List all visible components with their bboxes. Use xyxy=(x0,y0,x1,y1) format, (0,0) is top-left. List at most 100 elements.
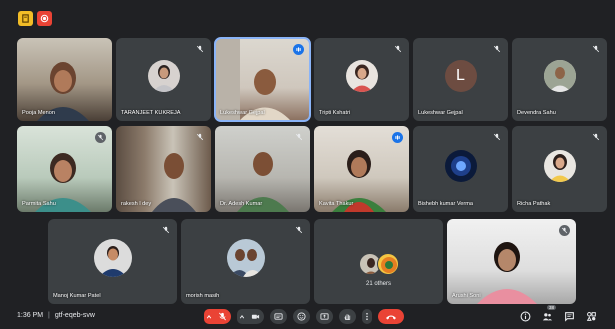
avatar xyxy=(226,239,265,278)
others-count: 21 others xyxy=(365,281,392,287)
participant-tile[interactable]: Manoj Kumar Patel xyxy=(48,219,177,304)
avatar xyxy=(376,253,399,275)
mic-options-button[interactable] xyxy=(204,309,214,324)
avatar xyxy=(93,239,132,278)
meeting-details-button[interactable] xyxy=(519,309,531,323)
participant-tile[interactable]: morish masih xyxy=(181,219,310,304)
avatar-letter: L xyxy=(444,60,477,93)
bottom-bar: 1:36 PM | gtf-eqeb-svw 38 xyxy=(0,304,615,329)
present-button[interactable] xyxy=(316,309,333,324)
participant-name: Arushi Soni xyxy=(452,293,481,299)
others-tile[interactable]: 21 others xyxy=(314,219,443,304)
chevron-up-icon xyxy=(206,314,212,318)
mic-off-icon xyxy=(492,132,502,142)
separator: | xyxy=(48,312,50,319)
avatar xyxy=(543,149,576,182)
top-left-icons xyxy=(18,11,52,26)
participant-tile[interactable]: L Lukeshwar Gejpal xyxy=(413,38,508,121)
speaking-indicator-icon xyxy=(293,44,304,55)
chevron-up-icon xyxy=(239,314,245,318)
participant-name: Dr. Adesh Kumar xyxy=(220,201,263,207)
avatar xyxy=(147,60,180,93)
mic-off-icon xyxy=(559,225,570,236)
participant-tile[interactable]: rakesh l dey xyxy=(116,126,211,212)
end-call-icon xyxy=(386,315,396,319)
reactions-button[interactable] xyxy=(293,309,310,324)
captions-icon xyxy=(274,313,283,320)
participant-name: Lukeshwar Gejpal xyxy=(418,110,463,116)
participant-row-1: Pooja Menon TARANJEET KUKREJA Lukeshwar … xyxy=(17,37,607,122)
info-icon xyxy=(520,311,530,321)
mic-toggle-button[interactable] xyxy=(214,309,231,324)
activities-button[interactable] xyxy=(585,309,597,323)
participant-name: Manoj Kumar Patel xyxy=(53,293,101,299)
participant-tile[interactable]: Parmita Sahu xyxy=(17,126,112,212)
more-options-button[interactable] xyxy=(362,309,372,324)
participant-tile[interactable]: Devendra Sahu xyxy=(512,38,607,121)
participant-tile[interactable]: Dr. Adesh Kumar xyxy=(215,126,310,212)
mic-off-icon xyxy=(294,132,304,142)
captions-button[interactable] xyxy=(270,309,287,324)
participant-name: Richa Pathak xyxy=(517,201,551,207)
participant-name: Tripti Kshatri xyxy=(319,110,351,116)
others-avatars xyxy=(358,253,399,275)
participant-name: rakesh l dey xyxy=(121,201,152,207)
participant-row-2: Parmita Sahu rakesh l dey Dr. Adesh Kuma… xyxy=(17,126,607,212)
participant-tile[interactable]: Bishebh kumar Verma xyxy=(413,126,508,212)
shapes-icon xyxy=(586,311,596,321)
avatar xyxy=(543,60,576,93)
more-vert-icon xyxy=(366,312,368,321)
mic-off-icon xyxy=(591,44,601,54)
speaking-indicator-icon xyxy=(392,132,403,143)
participant-tile[interactable]: Pooja Menon xyxy=(17,38,112,121)
participant-name: TARANJEET KUKREJA xyxy=(121,110,181,116)
mic-off-icon xyxy=(195,132,205,142)
meeting-code: gtf-eqeb-svw xyxy=(54,312,95,319)
mic-off-icon xyxy=(219,312,226,321)
chat-icon xyxy=(564,311,574,322)
camera-toggle-button[interactable] xyxy=(247,309,264,324)
mic-off-icon xyxy=(393,44,403,54)
participant-count-badge: 38 xyxy=(547,305,557,310)
participant-name: morish masih xyxy=(186,293,220,299)
avatar xyxy=(444,149,477,182)
video-feed xyxy=(477,242,537,304)
video-feed xyxy=(37,62,89,121)
call-controls xyxy=(204,309,404,324)
participant-tile[interactable]: Tripti Kshatri xyxy=(314,38,409,121)
participant-name: Devendra Sahu xyxy=(517,110,556,116)
mic-off-icon xyxy=(161,225,171,235)
people-icon xyxy=(542,312,552,320)
mic-off-icon xyxy=(492,44,502,54)
avatar xyxy=(345,60,378,93)
mic-off-icon xyxy=(591,132,601,142)
raise-hand-button[interactable] xyxy=(339,309,356,324)
participant-tile[interactable]: Kavita Thakur xyxy=(314,126,409,212)
participant-name: Lukeshwar Gejpal xyxy=(220,110,265,116)
participant-name: Parmita Sahu xyxy=(22,201,56,207)
participant-tile[interactable]: Richa Pathak xyxy=(512,126,607,212)
clock-time: 1:36 PM xyxy=(17,312,44,319)
camera-icon xyxy=(251,314,260,319)
mic-off-icon xyxy=(294,225,304,235)
participant-name: Pooja Menon xyxy=(22,110,55,116)
hand-icon xyxy=(344,314,351,321)
side-panel-controls: 38 xyxy=(519,305,597,323)
mic-off-icon xyxy=(95,132,106,143)
participant-tile[interactable]: TARANJEET KUKREJA xyxy=(116,38,211,121)
camera-options-button[interactable] xyxy=(237,309,247,324)
participant-tile[interactable]: Arushi Soni xyxy=(447,219,576,304)
mic-off-icon xyxy=(195,44,205,54)
leave-call-button[interactable] xyxy=(378,309,404,324)
meeting-info: 1:36 PM | gtf-eqeb-svw xyxy=(17,312,95,319)
note-icon[interactable] xyxy=(18,11,33,26)
participant-tile[interactable]: Lukeshwar Gejpal xyxy=(214,37,311,122)
present-screen-icon xyxy=(320,313,329,320)
record-icon[interactable] xyxy=(37,11,52,26)
participant-name: Kavita Thakur xyxy=(319,201,354,207)
people-button[interactable]: 38 xyxy=(541,305,557,323)
chat-button[interactable] xyxy=(563,309,575,323)
emoji-icon xyxy=(297,312,306,321)
participant-name: Bishebh kumar Verma xyxy=(418,201,474,207)
participant-row-3: Manoj Kumar Patel morish masih 21 others… xyxy=(48,219,576,304)
